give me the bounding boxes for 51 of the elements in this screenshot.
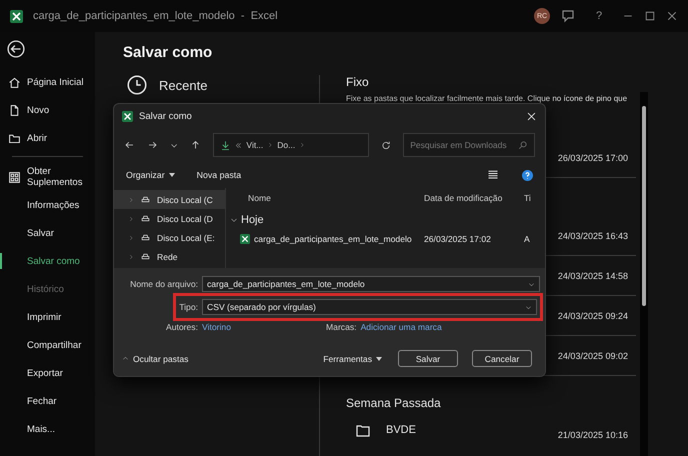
tree-item[interactable]: Disco Local (D: [114, 209, 225, 228]
help-button[interactable]: ?: [586, 10, 612, 22]
organize-menu[interactable]: Organizar: [126, 170, 175, 180]
sidebar-item[interactable]: Fechar: [0, 387, 95, 415]
cancel-button[interactable]: Cancelar: [472, 350, 532, 367]
sidebar-item[interactable]: Obter Suplementos: [0, 163, 95, 191]
sidebar-item[interactable]: Mais...: [0, 415, 95, 443]
field-label: Autores:: [164, 322, 198, 332]
file-name: carga_de_participantes_em_lote_modelo: [254, 234, 412, 244]
new-folder-button[interactable]: Nova pasta: [196, 170, 242, 180]
column-header[interactable]: Data de modificação: [416, 193, 516, 203]
tree-item[interactable]: Rede: [114, 247, 225, 266]
section-description: Fixe as pastas que localizar facilmente mais tarde. Clique no ícone de pino que: [346, 94, 628, 103]
filename-field[interactable]: carga_de_participantes_em_lote_modelo: [202, 276, 540, 292]
group-header[interactable]: Hoje: [241, 214, 264, 226]
tree-item[interactable]: Disco Local (E:: [114, 228, 225, 247]
sidebar-item[interactable]: Exportar: [0, 359, 95, 387]
page-title: Salvar como: [123, 44, 214, 61]
add-tag-link[interactable]: Adicionar uma marca: [360, 322, 442, 332]
folder-row[interactable]: BVDE 21/03/2025 10:16: [346, 420, 636, 440]
field-label: Marcas:: [326, 322, 357, 332]
location-item[interactable]: Recente: [123, 75, 319, 95]
save-button[interactable]: Salvar: [398, 350, 458, 367]
field-label: Nome do arquivo:: [129, 279, 198, 289]
address-bar[interactable]: Vit... Do...: [213, 133, 370, 157]
sidebar-item[interactable]: Compartilhar: [0, 331, 95, 359]
hide-folders-button[interactable]: Ocultar pastas: [122, 354, 188, 364]
breadcrumb-item[interactable]: Do...: [277, 140, 296, 150]
field-label: Tipo:: [178, 302, 198, 312]
tools-menu[interactable]: Ferramentas: [323, 354, 382, 364]
dialog-title: Salvar como: [139, 110, 193, 122]
author-link[interactable]: Vitorino: [202, 322, 322, 332]
tree-item[interactable]: Disco Local (C: [114, 190, 225, 209]
table-cell-text: A: [523, 234, 531, 244]
search-field[interactable]: Pesquisar em Downloads: [403, 133, 536, 157]
breadcrumb-item[interactable]: Vit...: [246, 140, 264, 150]
file-date: 26/03/2025 17:02: [423, 234, 492, 244]
sidebar-item[interactable]: Página Inicial: [0, 68, 95, 96]
sidebar-item[interactable]: Imprimir: [0, 303, 95, 331]
column-header[interactable]: Ti: [516, 193, 536, 203]
file-type-dropdown[interactable]: CSV (separado por vírgulas): [202, 299, 537, 315]
sidebar-item[interactable]: Salvar: [0, 219, 95, 247]
sidebar-item[interactable]: Abrir: [0, 124, 95, 152]
sidebar-item[interactable]: Novo: [0, 96, 95, 124]
sidebar-item[interactable]: Informações: [0, 191, 95, 219]
window-title: carga_de_participantes_em_lote_modelo - Excel: [33, 10, 279, 22]
section-title: Fixo: [346, 75, 370, 89]
section-title: Semana Passada: [346, 396, 442, 410]
column-header[interactable]: Nome: [226, 193, 416, 203]
file-row[interactable]: carga_de_participantes_em_lote_modelo 26/03/2025 17:02 A: [226, 230, 545, 248]
sidebar-item[interactable]: Salvar como: [0, 247, 95, 275]
